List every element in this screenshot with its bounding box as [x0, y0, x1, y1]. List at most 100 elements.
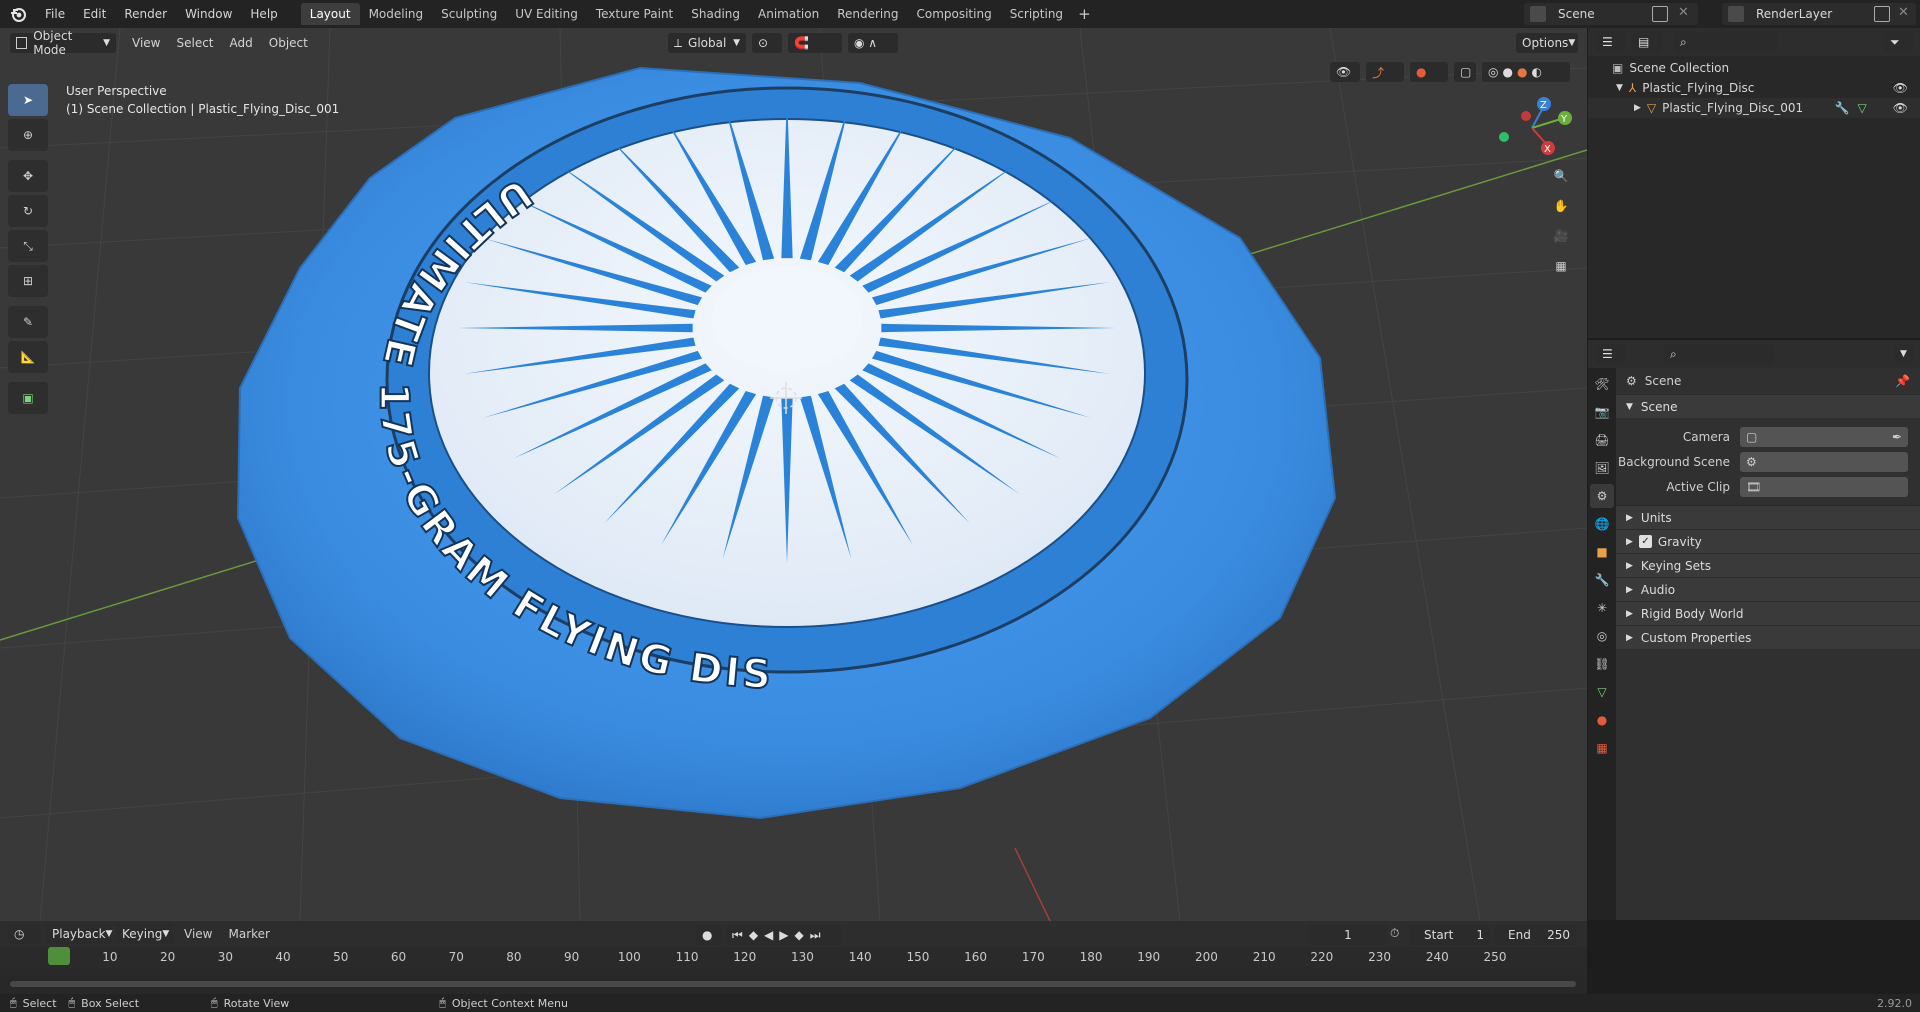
tab-animation[interactable]: Animation	[749, 3, 828, 25]
expand-arrow-icon[interactable]: ▼	[1616, 83, 1623, 93]
menu-render[interactable]: Render	[115, 0, 176, 28]
renderlayer-selector[interactable]: RenderLayer ✕	[1722, 3, 1916, 25]
editor-type-dropdown[interactable]: ◷	[8, 924, 40, 944]
cursor-tool[interactable]: ⊕	[8, 119, 48, 151]
units-section-header[interactable]: ▶ Units	[1616, 505, 1920, 529]
tab-layout[interactable]: Layout	[300, 3, 360, 25]
menu-view[interactable]: View	[124, 36, 168, 50]
scene-section-header[interactable]: ▼ Scene	[1616, 394, 1920, 418]
measure-tool[interactable]: 📐	[8, 341, 48, 373]
object-tab-icon[interactable]: ■	[1590, 540, 1614, 564]
menu-marker[interactable]: Marker	[228, 927, 269, 941]
timeline-scrollbar[interactable]	[10, 981, 1576, 987]
keying-dropdown[interactable]: Keying ▼	[116, 924, 174, 944]
annotate-tool[interactable]: ✎	[8, 306, 48, 338]
background-scene-field[interactable]: ⚙	[1740, 451, 1908, 472]
pin-icon[interactable]: 📌	[1895, 374, 1910, 388]
constraints-tab-icon[interactable]: ⛓	[1590, 652, 1614, 676]
material-preview-icon[interactable]: ●	[1517, 65, 1527, 79]
close-icon[interactable]: ✕	[1678, 5, 1689, 20]
camera-field[interactable]: ▢ ✒	[1740, 426, 1908, 447]
expand-arrow-icon[interactable]: ▶	[1634, 103, 1641, 113]
transform-orientation-dropdown[interactable]: ⟂ Global ▼	[668, 33, 746, 53]
playhead[interactable]	[48, 947, 70, 965]
scene-tab-icon[interactable]: ⚙	[1590, 484, 1614, 508]
menu-object[interactable]: Object	[261, 36, 316, 50]
close-icon[interactable]: ✕	[1898, 5, 1909, 20]
menu-edit[interactable]: Edit	[74, 0, 115, 28]
jump-start-icon[interactable]: ⏮	[732, 928, 743, 943]
new-renderlayer-icon[interactable]	[1874, 6, 1890, 22]
tab-scripting[interactable]: Scripting	[1001, 3, 1072, 25]
zoom-icon[interactable]: 🔍	[1546, 162, 1576, 190]
pivot-point-dropdown[interactable]: ⊙	[752, 33, 782, 53]
texture-tab-icon[interactable]: ▦	[1590, 736, 1614, 760]
scene-selector[interactable]: Scene ✕	[1524, 3, 1698, 25]
visibility-dropdown[interactable]: 👁	[1330, 62, 1360, 82]
gravity-checkbox[interactable]: ✓	[1638, 535, 1652, 548]
world-tab-icon[interactable]: 🌐	[1590, 512, 1614, 536]
eyedropper-icon[interactable]: ✒	[1892, 430, 1902, 444]
gravity-section-header[interactable]: ▶ ✓ Gravity	[1616, 529, 1920, 553]
wireframe-icon[interactable]: ◎	[1488, 65, 1498, 79]
output-tab-icon[interactable]: 🖨	[1590, 428, 1614, 452]
transform-tool[interactable]: ⊞	[8, 265, 48, 297]
mesh-data-icon[interactable]: ▽	[1858, 101, 1867, 115]
object-data-tab-icon[interactable]: ▽	[1590, 680, 1614, 704]
material-tab-icon[interactable]: ●	[1590, 708, 1614, 732]
menu-file[interactable]: File	[36, 0, 74, 28]
modifier-wrench-icon[interactable]: 🔧	[1835, 101, 1850, 115]
new-scene-icon[interactable]	[1652, 6, 1668, 22]
play-reverse-icon[interactable]: ◀	[764, 928, 773, 942]
pan-hand-icon[interactable]: ✋	[1546, 192, 1576, 220]
tab-sculpting[interactable]: Sculpting	[432, 3, 506, 25]
perspective-grid-icon[interactable]: ▦	[1546, 252, 1576, 280]
transport-buttons[interactable]: ⏮ ◆ ◀ ▶ ◆ ⏭	[726, 925, 842, 945]
shading-mode-buttons[interactable]: ◎ ● ● ◐	[1482, 62, 1570, 82]
modifier-tab-icon[interactable]: 🔧	[1590, 568, 1614, 592]
blender-logo-icon[interactable]	[6, 2, 30, 26]
prev-keyframe-icon[interactable]: ◆	[749, 928, 758, 942]
active-clip-field[interactable]: 🎞	[1740, 476, 1908, 497]
rendered-icon[interactable]: ◐	[1531, 65, 1541, 79]
start-frame-field[interactable]: Start 1	[1410, 925, 1490, 945]
xray-toggle[interactable]: ▢	[1454, 62, 1476, 82]
move-tool[interactable]: ✥	[8, 160, 48, 192]
audio-section-header[interactable]: ▶ Audio	[1616, 577, 1920, 601]
rotate-tool[interactable]: ↻	[8, 195, 48, 227]
proportional-edit-button[interactable]: ◉ ∧	[848, 33, 898, 53]
rigid-body-world-section-header[interactable]: ▶ Rigid Body World	[1616, 601, 1920, 625]
menu-window[interactable]: Window	[176, 0, 241, 28]
options-dropdown[interactable]: Options ▼	[1516, 33, 1578, 53]
options-dropdown[interactable]: ▼	[1894, 344, 1914, 364]
jump-end-icon[interactable]: ⏭	[810, 928, 821, 943]
3d-viewport[interactable]: ULTIMATE 175-GRAM FLYING DISC Object Mod…	[0, 28, 1587, 921]
play-icon[interactable]: ▶	[779, 928, 788, 942]
list-item[interactable]: ▼ ⅄ Plastic_Flying_Disc 👁	[1588, 78, 1920, 98]
add-workspace-button[interactable]: +	[1072, 3, 1097, 25]
menu-view[interactable]: View	[184, 927, 212, 941]
solid-icon[interactable]: ●	[1502, 65, 1512, 79]
frame-ruler[interactable]: 1102030405060708090100110120130140150160…	[0, 947, 1587, 969]
current-frame-field[interactable]: 1	[1308, 925, 1388, 945]
eye-icon[interactable]: 👁	[1893, 101, 1908, 115]
eye-icon[interactable]: 👁	[1893, 81, 1908, 95]
particles-tab-icon[interactable]: ✳	[1590, 596, 1614, 620]
add-cube-tool[interactable]: ▣	[8, 382, 48, 414]
properties-search-field[interactable]: ⌕	[1664, 344, 1774, 364]
render-tab-icon[interactable]: 📷	[1590, 400, 1614, 424]
display-mode-dropdown[interactable]: ▤	[1632, 32, 1662, 52]
scale-tool[interactable]: ⤡	[8, 230, 48, 262]
editor-type-dropdown[interactable]: ☰	[1596, 32, 1626, 52]
editor-type-dropdown[interactable]: ☰	[1596, 344, 1626, 364]
tab-compositing[interactable]: Compositing	[907, 3, 1000, 25]
tool-tab-icon[interactable]: 🛠	[1590, 372, 1614, 396]
tab-texture-paint[interactable]: Texture Paint	[587, 3, 682, 25]
tab-shading[interactable]: Shading	[682, 3, 749, 25]
outliner-root[interactable]: ▣ Scene Collection	[1588, 58, 1920, 78]
physics-tab-icon[interactable]: ◎	[1590, 624, 1614, 648]
camera-view-icon[interactable]: 🎥	[1546, 222, 1576, 250]
tab-rendering[interactable]: Rendering	[828, 3, 907, 25]
tab-modeling[interactable]: Modeling	[360, 3, 433, 25]
record-button[interactable]: ●	[696, 925, 722, 945]
